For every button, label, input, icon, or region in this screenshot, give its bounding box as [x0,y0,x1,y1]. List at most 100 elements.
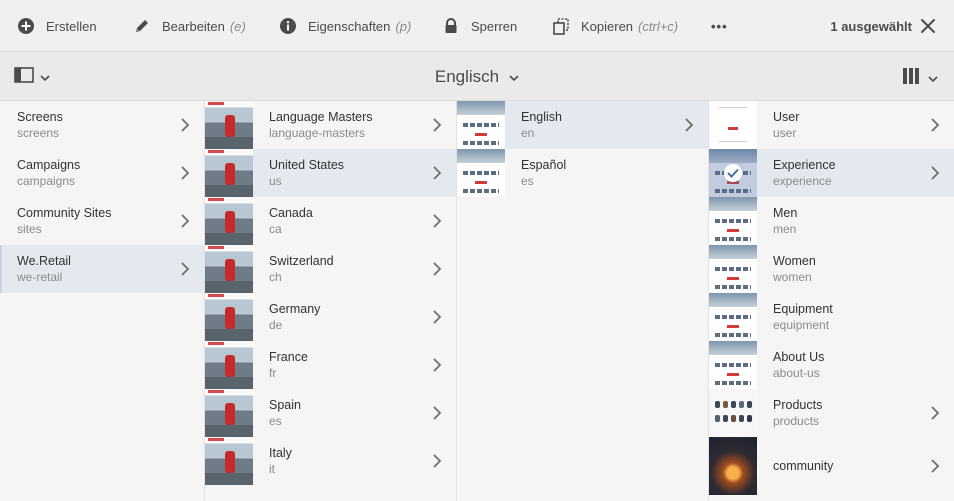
item-title: community [773,459,834,473]
chevron-right-icon[interactable] [180,118,190,132]
list-item[interactable]: We.Retail we-retail [0,245,204,293]
list-item[interactable]: Italy it [205,437,456,485]
list-item[interactable]: User user [709,101,954,149]
item-title: Products [773,398,823,412]
list-item[interactable]: France fr [205,341,456,389]
page-thumbnail [205,293,253,341]
item-subtitle: products [773,414,820,428]
page-thumbnail [205,197,253,245]
list-item[interactable]: Screens screens [0,101,204,149]
page-thumbnail [205,149,253,197]
item-subtitle: equipment [773,318,830,332]
item-title: About Us [773,350,825,364]
item-title: Language Masters [269,110,373,124]
item-subtitle: ch [269,270,282,284]
chevron-right-icon[interactable] [930,406,940,420]
item-title: Women [773,254,816,268]
chevron-right-icon[interactable] [930,459,940,473]
page-thumbnail [709,437,757,495]
list-item[interactable]: About Us about-us [709,341,954,389]
list-item[interactable]: Equipment equipment [709,293,954,341]
chevron-right-icon[interactable] [432,118,442,132]
chevron-right-icon[interactable] [180,214,190,228]
item-title: We.Retail [17,254,71,268]
page-thumbnail [205,245,253,293]
copy-button[interactable]: Kopieren (ctrl+c) [551,0,678,52]
item-subtitle: sites [17,222,42,236]
chevron-right-icon[interactable] [684,118,694,132]
list-item[interactable]: community [709,437,954,495]
item-title: France [269,350,308,364]
page-thumbnail [709,389,757,437]
chevron-right-icon[interactable] [432,166,442,180]
chevron-right-icon[interactable] [432,214,442,228]
item-subtitle: we-retail [17,270,63,284]
page-thumbnail [709,341,757,389]
list-item[interactable]: Experience experience [709,149,954,197]
properties-button[interactable]: Eigenschaften (p) [278,0,411,52]
item-title: Campaigns [17,158,81,172]
list-item[interactable]: Spain es [205,389,456,437]
item-subtitle: es [269,414,282,428]
item-subtitle: campaigns [17,174,76,188]
page-title-text: Englisch [434,66,500,86]
more-icon[interactable]: ••• [711,0,728,52]
item-title: Italy [269,446,292,460]
item-subtitle: us [269,174,282,188]
chevron-right-icon[interactable] [180,166,190,180]
item-title: Canada [269,206,313,220]
checkmark-icon[interactable] [724,164,742,182]
page-title[interactable]: Englisch [0,52,954,101]
title-bar: Englisch [0,52,954,101]
edit-label: Bearbeiten [162,18,225,34]
item-title: Spain [269,398,301,412]
page-thumbnail [709,149,757,197]
chevron-right-icon[interactable] [432,358,442,372]
list-item[interactable]: Community Sites sites [0,197,204,245]
item-subtitle: men [773,222,797,236]
copy-shortcut-hint: (ctrl+c) [638,18,679,34]
properties-shortcut-hint: (p) [395,18,412,34]
lock-button[interactable]: Sperren [441,0,517,52]
item-subtitle: screens [17,126,60,140]
item-title: Switzerland [269,254,334,268]
page-thumbnail [205,341,253,389]
chevron-right-icon[interactable] [432,406,442,420]
chevron-right-icon[interactable] [930,118,940,132]
list-item[interactable]: Language Masters language-masters [205,101,456,149]
edit-button[interactable]: Bearbeiten (e) [132,0,246,52]
close-icon[interactable] [918,16,938,36]
item-title: English [521,110,562,124]
column-4: User user Experience experience Men men Wom… [709,101,954,501]
list-item[interactable]: Women women [709,245,954,293]
list-item[interactable]: Men men [709,197,954,245]
chevron-right-icon[interactable] [432,454,442,468]
chevron-right-icon[interactable] [432,262,442,276]
list-item[interactable]: English en [457,101,708,149]
create-button[interactable]: Erstellen [16,0,97,52]
list-item[interactable]: Canada ca [205,197,456,245]
list-item[interactable]: Español es [457,149,708,197]
chevron-right-icon[interactable] [432,310,442,324]
pencil-icon [132,16,152,36]
list-item[interactable]: Switzerland ch [205,245,456,293]
view-switcher[interactable] [902,67,938,90]
list-item[interactable]: Campaigns campaigns [0,149,204,197]
column-1: Screens screens Campaigns campaigns Commun… [0,101,205,501]
list-item[interactable]: United States us [205,149,456,197]
page-thumbnail [205,389,253,437]
chevron-right-icon[interactable] [930,166,940,180]
chevron-right-icon[interactable] [180,262,190,276]
page-thumbnail [709,245,757,293]
lock-label: Sperren [471,18,518,34]
list-item[interactable]: Germany de [205,293,456,341]
add-circle-icon [16,16,36,36]
action-bar: Erstellen Bearbeiten (e) Eigenschaften (… [0,0,954,52]
item-title: Experience [773,158,836,172]
column-view-icon [902,67,920,90]
list-item[interactable]: Products products [709,389,954,437]
item-subtitle: language-masters [269,126,366,140]
item-title: Germany [269,302,321,316]
item-subtitle: women [773,270,812,284]
item-subtitle: user [773,126,797,140]
